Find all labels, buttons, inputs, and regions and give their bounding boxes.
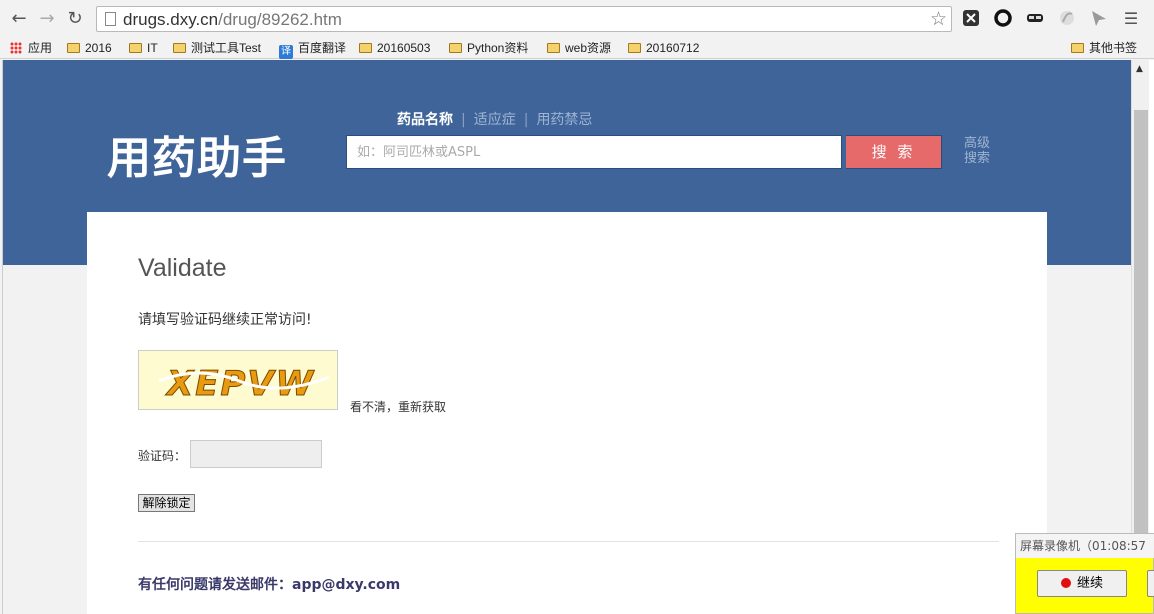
bookmark-folder[interactable]: Python资料 [449, 40, 528, 56]
extension-ring-icon[interactable] [994, 9, 1012, 27]
reload-icon[interactable]: ↻ [64, 8, 86, 30]
captcha-text: XEPVW [165, 364, 315, 404]
folder-icon [449, 43, 462, 53]
bookmark-folder[interactable]: web资源 [547, 40, 611, 56]
captcha-image[interactable]: XEPVW [138, 350, 338, 410]
url-text[interactable]: drugs.dxy.cn/drug/89262.htm [123, 10, 342, 30]
browser-toolbar: ← → ↻ drugs.dxy.cn/drug/89262.htm ☆ ☰ [0, 0, 1154, 37]
recorder-secondary-button[interactable] [1147, 570, 1154, 597]
scroll-up-icon[interactable]: ▲ [1136, 64, 1143, 74]
back-arrow-icon[interactable]: ← [8, 8, 30, 30]
tab-contraindication[interactable]: 用药禁忌 [536, 112, 592, 128]
apps-grid-icon [10, 42, 22, 54]
folder-icon [67, 43, 80, 53]
bookmark-folder[interactable]: IT [129, 40, 158, 56]
unlock-button[interactable]: 解除锁定 [138, 494, 195, 512]
extension-cursor-icon[interactable] [1090, 9, 1108, 27]
tab-separator: | [461, 112, 466, 128]
site-logo[interactable]: 用药助手 [107, 122, 287, 186]
forward-arrow-icon[interactable]: → [36, 8, 58, 30]
search-tabs: 药品名称 | 适应症 | 用药禁忌 [397, 109, 592, 129]
search-input[interactable] [347, 136, 841, 168]
tab-drug-name[interactable]: 药品名称 [397, 112, 453, 128]
bookmark-baidu-translate[interactable]: 译百度翻译 [279, 40, 346, 59]
contact-email[interactable]: 有任何问题请发送邮件：app@dxy.com [138, 574, 400, 594]
folder-icon [129, 43, 142, 53]
menu-icon[interactable]: ☰ [1120, 8, 1142, 30]
continue-button[interactable]: 继续 [1037, 570, 1127, 597]
validate-message: 请填写验证码继续正常访问! [138, 312, 312, 328]
window-edge [1149, 60, 1154, 614]
page-icon [105, 12, 116, 26]
bookmark-folder[interactable]: 20160503 [359, 40, 430, 56]
bookmark-star-icon[interactable]: ☆ [930, 8, 947, 30]
advanced-search-link[interactable]: 高级搜索 [964, 136, 998, 166]
bookmarks-bar: 应用 2016 IT 测试工具Test 译百度翻译 20160503 Pytho… [0, 37, 1154, 59]
bookmark-folder[interactable]: 20160712 [628, 40, 699, 56]
page-title: Validate [138, 254, 227, 282]
code-label: 验证码： [138, 449, 187, 463]
search-box [346, 135, 842, 169]
extension-x-icon[interactable] [962, 9, 980, 27]
folder-icon [359, 43, 372, 53]
extension-leaf-icon[interactable] [1058, 9, 1076, 27]
tab-separator: | [523, 112, 529, 128]
captcha-graphic: XEPVW [139, 351, 337, 409]
page-viewport: 用药助手 药品名称 | 适应症 | 用药禁忌 搜 索 高级搜索 Validate 请填写… [2, 60, 1131, 614]
folder-icon [173, 43, 186, 53]
bookmark-folder[interactable]: 2016 [67, 40, 112, 56]
folder-icon [1071, 43, 1084, 53]
folder-icon [628, 43, 641, 53]
captcha-code-input[interactable] [190, 440, 322, 468]
extension-mask-icon[interactable] [1026, 9, 1044, 27]
divider [138, 541, 999, 542]
validate-card: Validate 请填写验证码继续正常访问! XEPVW 看不清，重新获取 验证… [87, 212, 1047, 614]
screen-recorder-widget: 屏幕录像机（01:08:57 继续 [1015, 533, 1154, 614]
other-bookmarks[interactable]: 其他书签 [1071, 40, 1137, 56]
search-button[interactable]: 搜 索 [846, 135, 942, 169]
translate-icon: 译 [279, 45, 293, 59]
tab-indication[interactable]: 适应症 [474, 112, 516, 128]
bookmark-apps[interactable]: 应用 [10, 40, 52, 56]
refresh-captcha-link[interactable]: 看不清，重新获取 [350, 398, 446, 415]
recorder-title: 屏幕录像机（01:08:57 [1016, 534, 1154, 558]
bookmark-folder[interactable]: 测试工具Test [173, 40, 261, 56]
browser-window: ← → ↻ drugs.dxy.cn/drug/89262.htm ☆ ☰ 应用… [0, 0, 1154, 614]
record-dot-icon [1060, 578, 1071, 588]
address-bar[interactable]: drugs.dxy.cn/drug/89262.htm ☆ [96, 6, 952, 32]
vertical-scrollbar[interactable]: ▲ [1131, 60, 1149, 614]
folder-icon [547, 43, 560, 53]
